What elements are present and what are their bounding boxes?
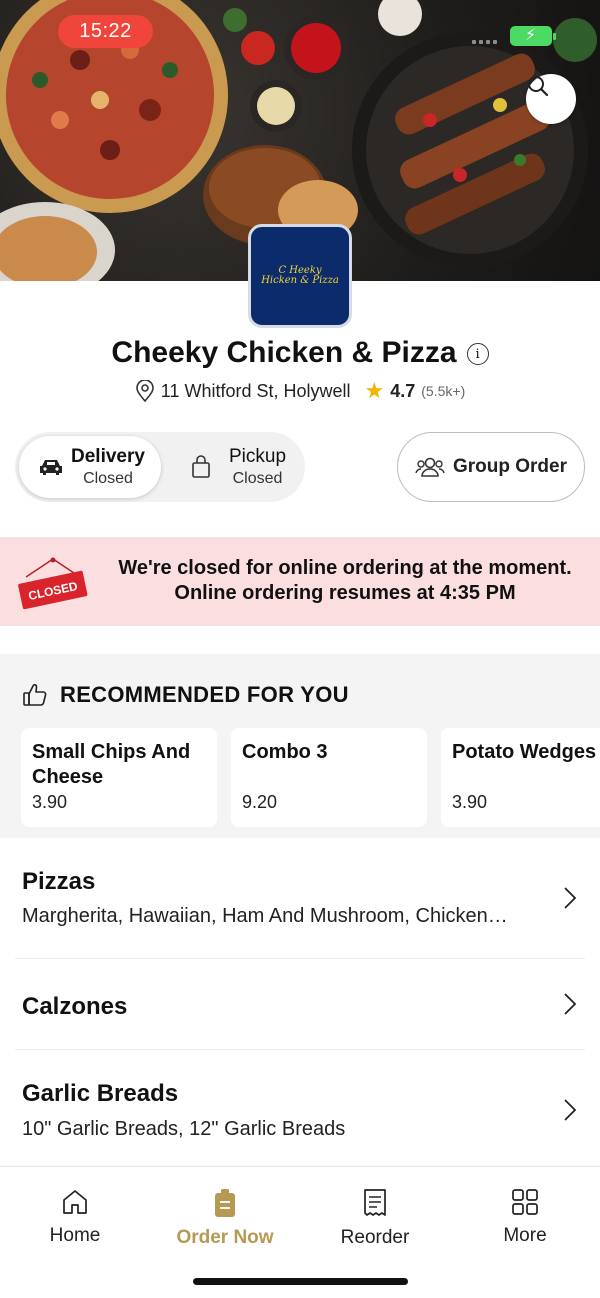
receipt-icon — [364, 1189, 386, 1216]
category-name: Garlic Breads — [22, 1080, 179, 1107]
recommended-item-price: 3.90 — [32, 792, 68, 812]
recommended-section: RECOMMENDED FOR YOU Small Chips And Chee… — [0, 654, 600, 838]
delivery-label: Delivery — [71, 446, 145, 467]
tab-home[interactable]: Home — [0, 1187, 150, 1247]
recommended-item-name: Potato Wedges — [452, 741, 597, 763]
logo-text-line2: Hicken & Pizza — [261, 275, 339, 286]
recommended-item-price: 3.90 — [452, 792, 488, 812]
star-icon: ★ — [364, 378, 385, 403]
recommended-header: RECOMMENDED FOR YOU — [22, 682, 349, 708]
closed-sign-icon: CLOSED — [18, 557, 88, 610]
chevron-right-icon — [564, 887, 577, 909]
restaurant-title-row: Cheeky Chicken & Pizza i — [0, 336, 600, 370]
delivery-status: Closed — [83, 470, 133, 487]
category-calzones[interactable]: Calzones — [0, 959, 600, 1049]
restaurant-logo: C Heeky Hicken & Pizza — [248, 224, 352, 328]
closed-notice-banner: CLOSED We're closed for online ordering … — [0, 537, 600, 626]
closed-message: We're closed for online ordering at the … — [100, 556, 590, 606]
category-pizzas[interactable]: Pizzas Margherita, Hawaiian, Ham And Mus… — [0, 838, 600, 958]
rating-value: 4.7 — [390, 380, 416, 401]
group-icon — [415, 457, 445, 477]
recommended-card[interactable]: Small Chips And Cheese 3.90 — [21, 728, 217, 827]
shopping-bag-icon — [192, 455, 210, 478]
pickup-option[interactable]: Pickup Closed — [175, 436, 317, 498]
tab-more-label: More — [503, 1225, 547, 1246]
info-icon[interactable]: i — [466, 343, 489, 365]
thumbs-up-icon — [23, 683, 47, 706]
rating-count: (5.5k+) — [421, 383, 466, 399]
tab-order-now[interactable]: Order Now — [150, 1187, 300, 1249]
group-order-button[interactable]: Group Order — [397, 432, 585, 502]
home-indicator — [193, 1278, 408, 1285]
tab-reorder[interactable]: Reorder — [300, 1187, 450, 1249]
category-name: Calzones — [22, 993, 128, 1020]
pickup-status: Closed — [232, 470, 283, 487]
delivery-option[interactable]: Delivery Closed — [19, 436, 161, 498]
car-icon — [40, 460, 62, 475]
home-icon — [63, 1190, 87, 1214]
group-order-label: Group Order — [452, 456, 567, 477]
address-row: 11 Whitford St, Holywell ★ 4.7 (5.5k+) — [0, 380, 600, 402]
recommended-item-name: Combo 3 — [242, 741, 328, 763]
tab-more[interactable]: More — [450, 1187, 600, 1247]
category-garlic-breads[interactable]: Garlic Breads 10" Garlic Breads, 12" Gar… — [0, 1050, 600, 1166]
tab-home-label: Home — [49, 1225, 101, 1246]
location-pin-icon — [135, 380, 154, 402]
category-subtitle: Margherita, Hawaiian, Ham And Mushroom, … — [22, 905, 508, 927]
category-name: Pizzas — [22, 868, 96, 895]
chevron-right-icon — [564, 1099, 577, 1121]
restaurant-name: Cheeky Chicken & Pizza — [111, 336, 457, 369]
restaurant-address: 11 Whitford St, Holywell — [160, 380, 351, 401]
status-time: 15:22 — [58, 15, 153, 48]
pickup-label: Pickup — [229, 446, 287, 467]
search-icon — [528, 76, 549, 97]
recommended-item-name: Small Chips And Cheese — [32, 741, 191, 788]
order-bag-icon — [215, 1189, 235, 1217]
recommended-item-price: 9.20 — [242, 792, 278, 812]
tab-order-now-label: Order Now — [176, 1227, 274, 1248]
tab-reorder-label: Reorder — [340, 1227, 410, 1248]
category-subtitle: 10" Garlic Breads, 12" Garlic Breads — [22, 1118, 346, 1140]
recommended-card[interactable]: Combo 3 9.20 — [231, 728, 427, 827]
signal-icon — [472, 40, 497, 44]
closed-message-line2: Online ordering resumes at 4:35 PM — [174, 582, 516, 604]
recommended-card[interactable]: Potato Wedges 3.90 — [441, 728, 600, 827]
closed-message-line1: We're closed for online ordering at the … — [118, 557, 572, 579]
order-mode-toggle: Delivery Closed Pickup Closed — [15, 432, 305, 502]
search-button[interactable] — [526, 74, 576, 124]
battery-charging-icon: ⚡ — [510, 26, 556, 46]
recommended-title: RECOMMENDED FOR YOU — [60, 682, 349, 707]
chevron-right-icon — [564, 993, 577, 1015]
grid-icon — [512, 1189, 538, 1215]
